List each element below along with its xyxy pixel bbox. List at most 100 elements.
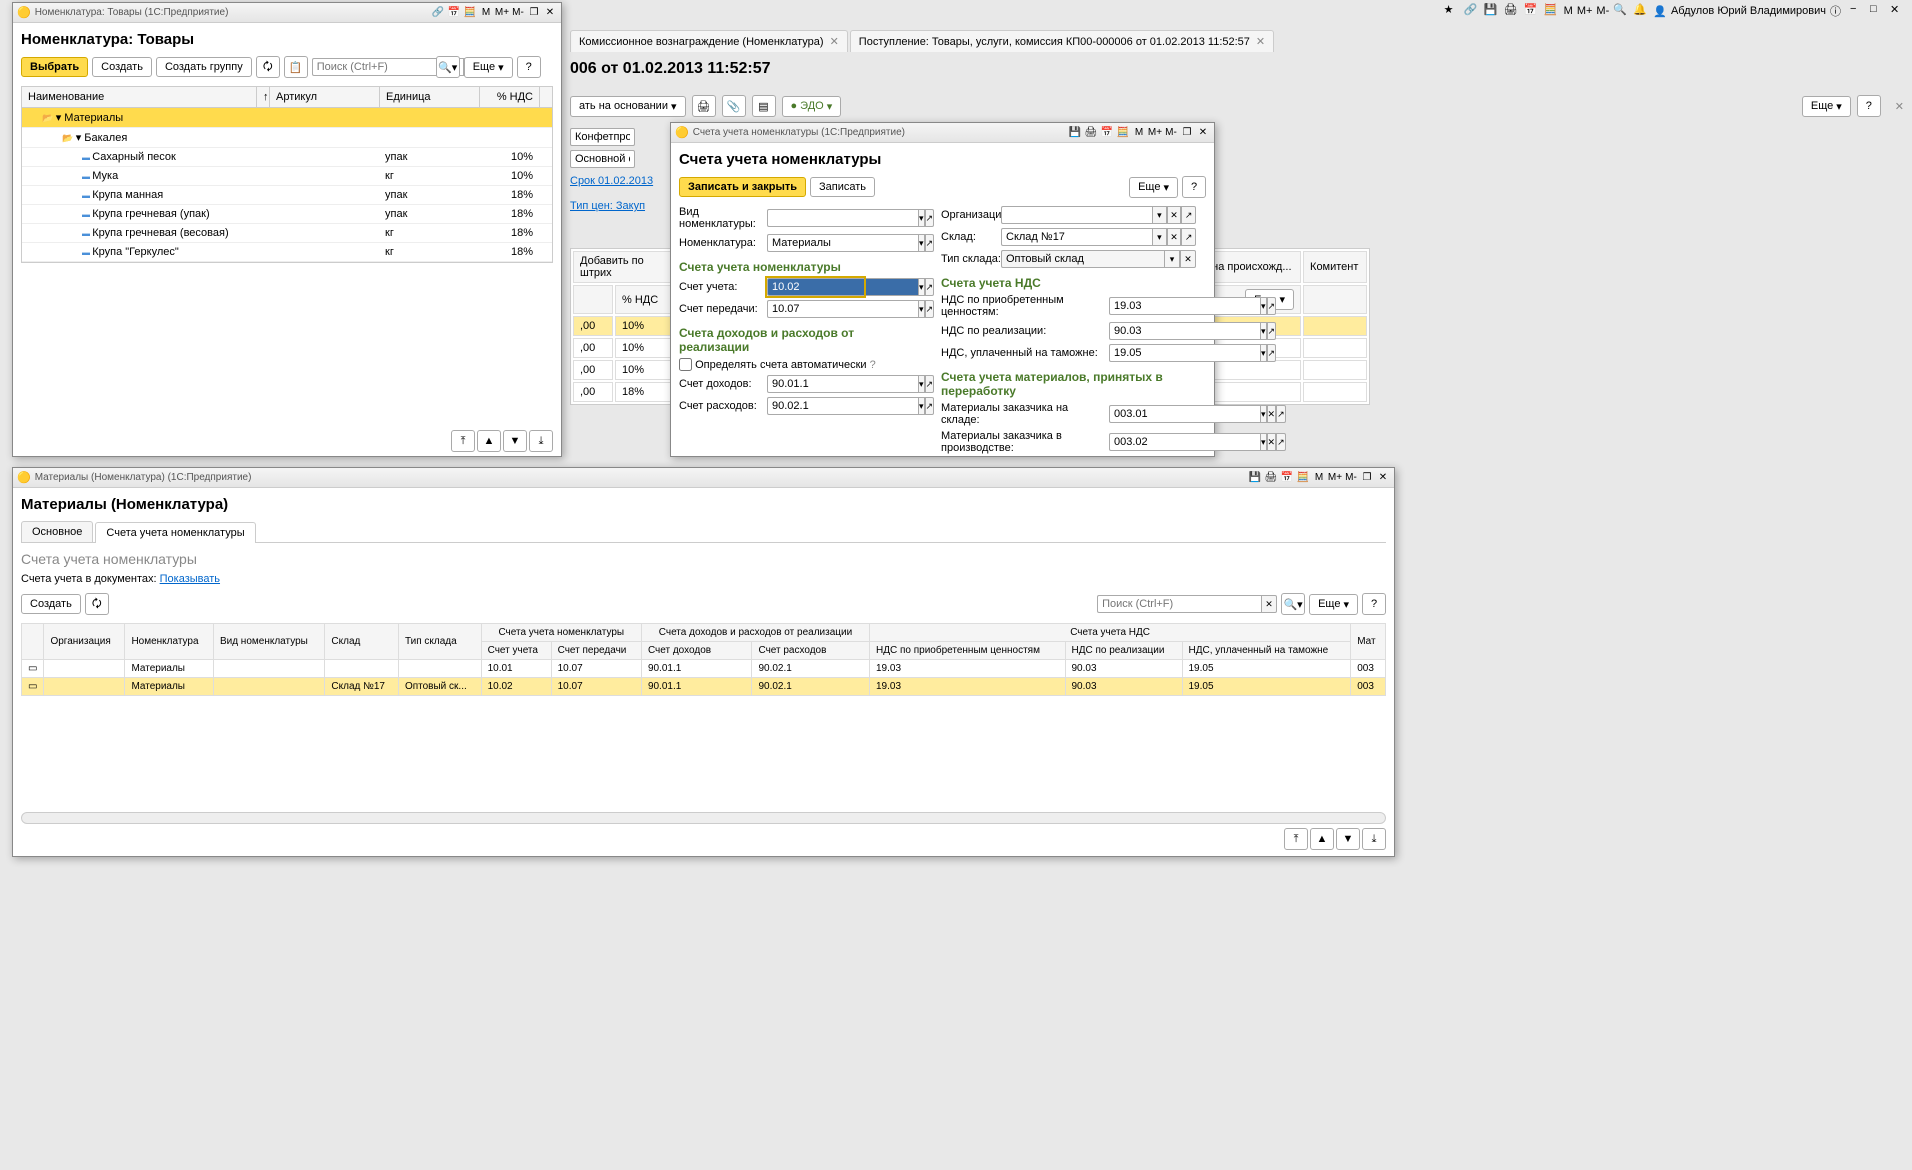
save-button[interactable]: Записать [810,177,875,197]
more-button[interactable]: Еще ▾ [1802,96,1851,117]
nav-down-button[interactable]: ▼ [503,430,527,452]
show-link[interactable]: Показывать [160,573,220,585]
more-button[interactable]: Еще ▾ [1309,594,1358,615]
mat-wh-field[interactable]: ▾✕↗ [1109,405,1206,423]
open-icon[interactable]: ↗ [925,278,935,296]
nav-bottom-button[interactable]: ⤓ [529,430,553,452]
scrollbar[interactable] [21,812,1386,824]
col-article[interactable]: Артикул [270,87,380,107]
calendar-icon[interactable]: 📅 [1100,126,1114,140]
more-button[interactable]: Еще ▾ [464,57,513,78]
dropdown-icon[interactable]: ▾ [918,278,925,296]
pricetype-link[interactable]: Тип цен: Закуп [570,200,645,212]
kind-field[interactable]: ▾↗ [767,209,907,227]
tab-main[interactable]: Основное [21,521,93,542]
dropdown-icon[interactable]: ▾ [1260,344,1267,362]
tree-row[interactable]: ▾ Бакалея [22,128,552,148]
col-vat[interactable]: % НДС [480,87,540,107]
sort-icon[interactable]: ↑ [257,87,270,107]
m-minus-icon[interactable]: M- [1596,5,1609,17]
dropdown-icon[interactable]: ▾ [918,300,925,318]
clear-icon[interactable]: ✕ [1167,206,1182,224]
search-input[interactable]: ✕ [312,58,432,76]
open-icon[interactable]: ↗ [1267,322,1277,340]
mat-prod-field[interactable]: ▾✕↗ [1109,433,1206,451]
open-icon[interactable]: ↗ [1267,344,1277,362]
m-minus-icon[interactable]: M- [1164,126,1178,140]
dropdown-icon[interactable]: ▾ [1164,250,1180,268]
m-icon[interactable]: M [1564,5,1573,17]
open-icon[interactable]: ↗ [925,209,935,227]
zoom-icon[interactable]: 🔍 [1613,3,1629,19]
open-icon[interactable]: ↗ [925,234,935,252]
calc-icon[interactable]: 🧮 [1116,126,1130,140]
create-button[interactable]: Создать [21,594,81,614]
edo-button[interactable]: ● ЭДО ▾ [782,96,842,117]
dropdown-icon[interactable]: ▾ [1152,206,1167,224]
select-button[interactable]: Выбрать [21,57,88,77]
user-name[interactable]: Абдулов Юрий Владимирович [1671,5,1826,17]
whtype-field[interactable]: ▾✕ [1001,250,1196,268]
calc-icon[interactable]: 🧮 [1544,3,1560,19]
m-icon[interactable]: M [1312,471,1326,485]
tab-commission[interactable]: Комиссионное вознаграждение (Номенклатур… [570,30,848,52]
save-icon[interactable]: 💾 [1484,3,1500,19]
save-icon[interactable]: 💾 [1068,126,1082,140]
link-icon[interactable]: 🔗 [431,6,445,20]
m-plus-icon[interactable]: M+ [1328,471,1342,485]
tab-receipt[interactable]: Поступление: Товары, услуги, комиссия КП… [850,30,1274,52]
print-button[interactable]: 🖨 [692,95,716,117]
account-field[interactable]: ▾↗ [767,278,864,296]
close-icon[interactable]: ✕ [1895,100,1904,113]
m-plus-icon[interactable]: M+ [1148,126,1162,140]
print-icon[interactable]: 🖨 [1264,471,1278,485]
warehouse-field[interactable]: ▾✕↗ [1001,228,1196,246]
dropdown-icon[interactable]: ▾ [918,375,925,393]
nav-top-button[interactable]: ⤒ [451,430,475,452]
nav-up-button[interactable]: ▲ [477,430,501,452]
bell-icon[interactable]: 🔔 [1633,3,1649,19]
create-button[interactable]: Создать [92,57,152,77]
m-plus-icon[interactable]: M+ [495,6,509,20]
calendar-icon[interactable]: 📅 [1280,471,1294,485]
help-icon[interactable]: ? [870,359,876,371]
transfer-field[interactable]: ▾↗ [767,300,864,318]
refresh-button[interactable]: 🗘 [85,593,109,615]
dropdown-icon[interactable]: ▾ [1260,297,1267,315]
restore-icon[interactable]: ❐ [1360,471,1374,485]
dropdown-icon[interactable]: ▾ [918,397,925,415]
save-icon[interactable]: 💾 [1248,471,1262,485]
dropdown-icon[interactable]: ▾ [1260,322,1267,340]
expense-field[interactable]: ▾↗ [767,397,864,415]
table-row[interactable]: ▭МатериалыСклад №17Оптовый ск...10.0210.… [22,678,1386,696]
close-icon[interactable]: ✕ [1256,35,1265,48]
open-icon[interactable]: ↗ [1181,228,1196,246]
close-icon[interactable]: ✕ [1196,126,1210,140]
clear-icon[interactable]: ✕ [1261,595,1277,613]
help-button[interactable]: ? [1182,176,1206,198]
search-button[interactable]: 🔍▾ [1281,593,1305,615]
tab-accounts[interactable]: Счета учета номенклатуры [95,522,255,543]
org-field[interactable] [570,128,635,146]
close-icon[interactable]: ✕ [830,35,839,48]
help-button[interactable]: ? [1362,593,1386,615]
m-minus-icon[interactable]: M- [1344,471,1358,485]
open-icon[interactable]: ↗ [1267,297,1277,315]
close-icon[interactable]: ✕ [543,6,557,20]
dropdown-icon[interactable]: ▾ [918,234,925,252]
restore-icon[interactable]: ❐ [1180,126,1194,140]
m-icon[interactable]: M [479,6,493,20]
link-icon[interactable]: 🔗 [1464,3,1480,19]
dropdown-icon[interactable]: ▾ [1152,228,1167,246]
col-name[interactable]: Наименование [22,87,257,107]
tree-row[interactable]: ▾ Материалы [22,108,552,128]
open-icon[interactable]: ↗ [1181,206,1196,224]
print-icon[interactable]: 🖨 [1504,3,1520,19]
term-link[interactable]: Срок 01.02.2013 [570,175,653,187]
close-icon[interactable]: ✕ [1890,3,1906,19]
m-icon[interactable]: M [1132,126,1146,140]
help-button[interactable]: ? [1857,95,1881,117]
col-unit[interactable]: Единица [380,87,480,107]
window-titlebar[interactable]: 🟡 Номенклатура: Товары (1С:Предприятие) … [13,3,561,23]
tree-row[interactable]: Сахарный песокупак10% [22,148,552,167]
